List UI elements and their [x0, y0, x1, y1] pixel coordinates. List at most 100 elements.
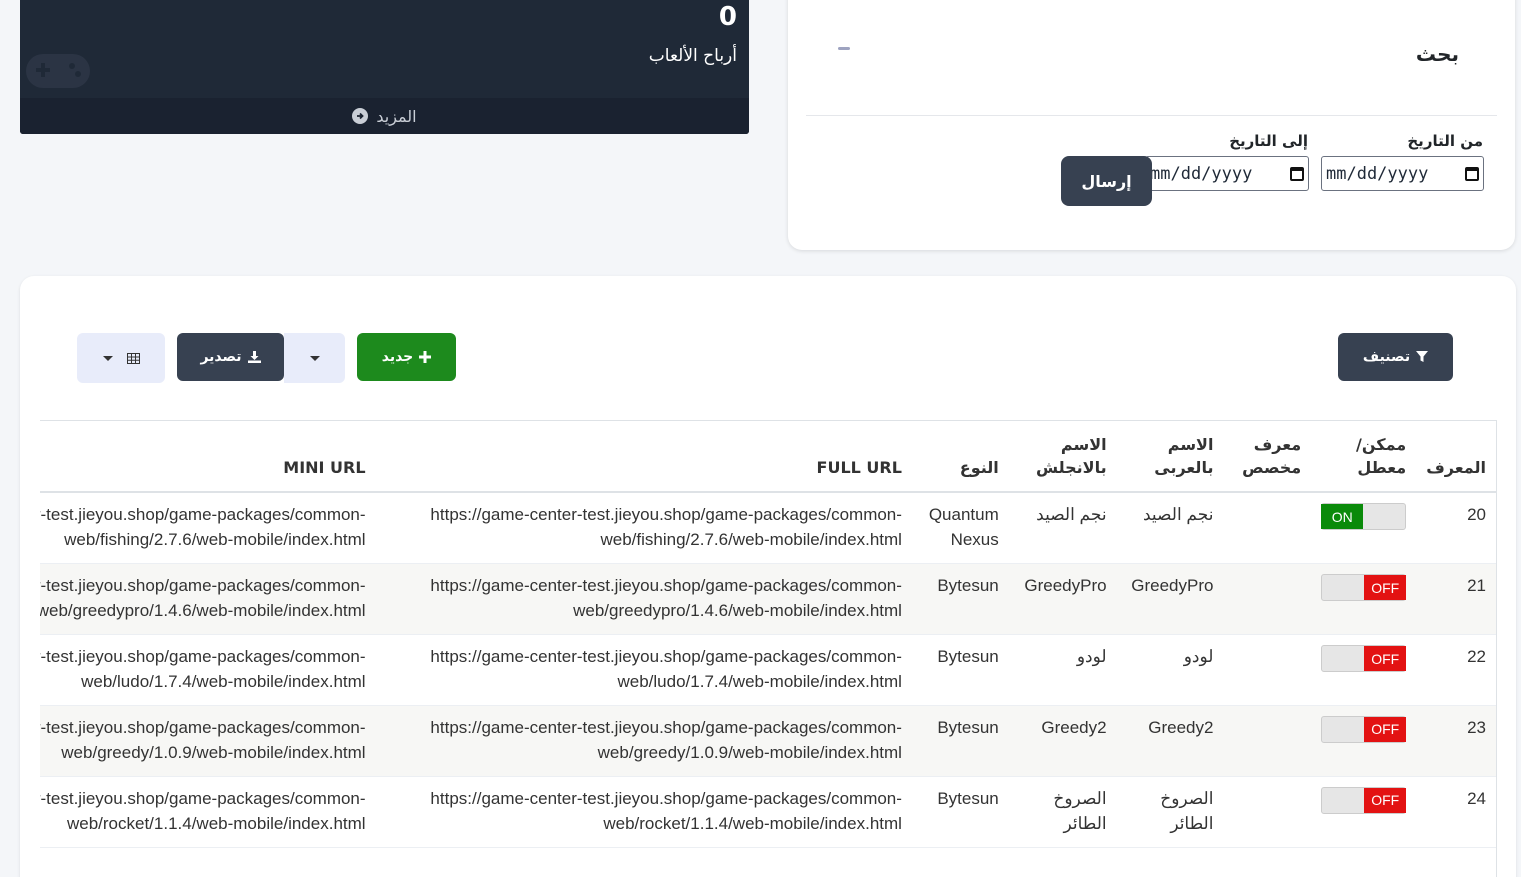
cell-mini-url: https://game-center-test.jieyou.shop/gam… [40, 705, 376, 778]
caret-down-icon [102, 355, 113, 361]
from-date-placeholder: mm/dd/yyyy [1326, 163, 1429, 184]
cell-custom-id [1223, 776, 1312, 849]
cell-id: 20 [1416, 492, 1496, 565]
cell-mini-url: https://game-center-test.jieyou.shop/gam… [40, 634, 376, 707]
more-link[interactable]: المزيد [20, 98, 749, 134]
table-row: 21 OFF GreedyPro GreedyPro Bytesun https… [40, 563, 1496, 636]
status-toggle[interactable]: ON [1321, 503, 1407, 531]
cell-type: Bytesun [911, 563, 1009, 636]
games-table: المعرف ممكن/ معطل معرف مخصص الاسم بالعرب… [40, 421, 1496, 849]
table-row: 24 OFF الصروخ الطائر الصروخ الطائر Bytes… [40, 776, 1496, 849]
to-date-input[interactable]: mm/dd/yyyy [1145, 156, 1309, 191]
profit-value: 0 [718, 2, 737, 32]
cell-name-en: نجم الصيد [1008, 492, 1117, 565]
search-panel: بحث من التاريخ إلى التاريخ mm/dd/yyyy mm… [788, 0, 1515, 250]
profit-label: أرباح الألعاب [648, 46, 737, 66]
header-full-url[interactable]: FULL URL [375, 421, 912, 494]
status-toggle[interactable]: OFF [1321, 787, 1407, 815]
filter-icon [1416, 351, 1429, 362]
cell-custom-id [1223, 705, 1312, 778]
cell-toggle: OFF [1311, 705, 1417, 778]
to-date-label: إلى التاريخ [1229, 132, 1308, 150]
cell-custom-id [1223, 634, 1312, 707]
header-id[interactable]: المعرف [1416, 421, 1496, 494]
to-date-placeholder: mm/dd/yyyy [1150, 163, 1253, 184]
toggle-label: ON [1321, 504, 1364, 530]
cell-full-url: https://game-center-test.jieyou.shop/gam… [375, 634, 912, 707]
cell-type: Bytesun [911, 705, 1009, 778]
table-icon [126, 352, 140, 364]
calendar-icon[interactable] [1465, 166, 1479, 181]
toggle-label: OFF [1364, 575, 1407, 601]
search-title: بحث [1415, 42, 1459, 66]
games-table-card: تصنيف جديد تصدير المعرف ممكن/ معطل معرف … [20, 276, 1516, 877]
export-button[interactable]: تصدير [177, 333, 284, 381]
header-name-en[interactable]: الاسم بالانجلش [1008, 421, 1117, 494]
table-row: 22 OFF لودو لودو Bytesun https://game-ce… [40, 634, 1496, 707]
calendar-icon[interactable] [1290, 166, 1304, 181]
columns-toggle-button[interactable] [77, 333, 165, 383]
status-toggle[interactable]: OFF [1321, 645, 1407, 673]
from-date-input[interactable]: mm/dd/yyyy [1321, 156, 1484, 191]
header-name-ar[interactable]: الاسم بالعربى [1116, 421, 1224, 494]
cell-name-en: لودو [1008, 634, 1117, 707]
table-row: 23 OFF Greedy2 Greedy2 Bytesun https://g… [40, 705, 1496, 778]
table-scroll-area[interactable]: المعرف ممكن/ معطل معرف مخصص الاسم بالعرب… [40, 420, 1497, 877]
table-header-row: المعرف ممكن/ معطل معرف مخصص الاسم بالعرب… [40, 421, 1496, 494]
caret-down-icon [309, 355, 320, 361]
export-dropdown-toggle[interactable] [284, 333, 345, 383]
download-icon [247, 351, 261, 363]
gamepad-icon [26, 54, 90, 88]
cell-name-ar: Greedy2 [1116, 705, 1224, 778]
cell-name-en: الصروخ الطائر [1008, 776, 1117, 849]
cell-full-url: https://game-center-test.jieyou.shop/gam… [375, 705, 912, 778]
from-date-label: من التاريخ [1407, 132, 1483, 150]
header-enabled[interactable]: ممكن/ معطل [1311, 421, 1417, 494]
cell-name-ar: الصروخ الطائر [1116, 776, 1224, 849]
new-label: جديد [381, 349, 414, 365]
new-button[interactable]: جديد [357, 333, 456, 381]
cell-name-ar: نجم الصيد [1116, 492, 1224, 565]
arrow-circle-right-icon [352, 108, 369, 124]
header-custom-id[interactable]: معرف مخصص [1223, 421, 1312, 494]
cell-id: 23 [1416, 705, 1496, 778]
export-label: تصدير [200, 349, 242, 365]
cell-toggle: ON [1311, 492, 1417, 565]
cell-mini-url: https://game-center-test.jieyou.shop/gam… [40, 776, 376, 849]
cell-name-en: GreedyPro [1008, 563, 1117, 636]
status-toggle[interactable]: OFF [1321, 574, 1407, 602]
cell-mini-url: https://game-center-test.jieyou.shop/gam… [40, 492, 376, 565]
header-type[interactable]: النوع [911, 421, 1009, 494]
cell-toggle: OFF [1311, 776, 1417, 849]
cell-id: 21 [1416, 563, 1496, 636]
toggle-label: OFF [1364, 788, 1407, 814]
collapse-minus-icon[interactable] [838, 47, 850, 50]
cell-custom-id [1223, 492, 1312, 565]
plus-icon [419, 351, 432, 363]
cell-full-url: https://game-center-test.jieyou.shop/gam… [375, 776, 912, 849]
cell-mini-url: https://game-center-test.jieyou.shop/gam… [40, 563, 376, 636]
filter-label: تصنيف [1362, 349, 1411, 365]
cell-name-ar: لودو [1116, 634, 1224, 707]
cell-toggle: OFF [1311, 563, 1417, 636]
toggle-label: OFF [1364, 717, 1407, 743]
game-profit-card: 0 أرباح الألعاب المزيد [20, 0, 749, 134]
submit-button[interactable]: إرسال [1061, 156, 1152, 206]
header-mini-url[interactable]: MINI URL [40, 421, 376, 494]
cell-toggle: OFF [1311, 634, 1417, 707]
cell-id: 24 [1416, 776, 1496, 849]
cell-type: Bytesun [911, 634, 1009, 707]
filter-button[interactable]: تصنيف [1338, 333, 1453, 381]
cell-type: Bytesun [911, 776, 1009, 849]
more-label: المزيد [376, 106, 417, 126]
divider [806, 115, 1497, 116]
table-row: 20 ON نجم الصيد نجم الصيد Quantum Nexus … [40, 492, 1496, 565]
cell-full-url: https://game-center-test.jieyou.shop/gam… [375, 563, 912, 636]
toggle-label: OFF [1364, 646, 1407, 672]
status-toggle[interactable]: OFF [1321, 716, 1407, 744]
cell-full-url: https://game-center-test.jieyou.shop/gam… [375, 492, 912, 565]
cell-name-en: Greedy2 [1008, 705, 1117, 778]
cell-id: 22 [1416, 634, 1496, 707]
cell-custom-id [1223, 563, 1312, 636]
cell-type: Quantum Nexus [911, 492, 1009, 565]
